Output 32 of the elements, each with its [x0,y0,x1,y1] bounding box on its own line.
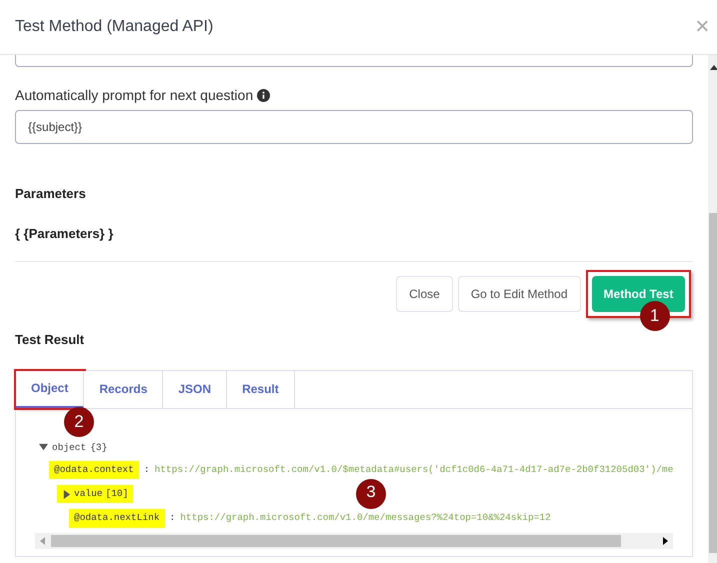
key-text: @odata.nextLink [74,511,160,526]
scrollbar-thumb[interactable] [709,213,717,553]
separator-text: : [144,462,150,477]
callout-number: 2 [64,406,94,436]
callout-number: 3 [356,478,386,508]
scrollbar-thumb[interactable] [51,534,621,546]
field-label: Automatically prompt for next question [15,86,254,105]
url-value: https://graph.microsoft.com/v1.0/me/messages?%24top=10&%24skip=12 [180,511,551,526]
callout-number: 1 [640,301,670,331]
dialog-button[interactable]: Go to Edit Method [458,276,581,312]
separator-text: : [170,511,176,526]
tab[interactable]: Object [16,370,84,408]
info-icon[interactable] [257,89,270,102]
section-heading: Test Result [15,331,86,349]
caret-right-icon[interactable] [62,490,71,499]
vertical-scrollbar[interactable] [708,55,717,563]
key-text: value [74,487,103,501]
scroll-up-icon[interactable] [709,63,717,73]
input-field[interactable] [15,55,694,67]
caret-down-icon[interactable] [39,443,48,452]
horizontal-scrollbar[interactable] [35,532,674,548]
count-text: {3} [90,440,108,454]
dialog-button[interactable]: Close [396,276,453,312]
count-text: [10] [106,487,128,501]
input-field[interactable]: {{subject}} [15,110,694,144]
window-title: Test Method (Managed API) [15,17,214,37]
section-heading: Parameters [15,185,87,203]
tree-node-label: object [52,440,86,454]
tab[interactable]: Records [84,370,164,408]
url-value: https://graph.microsoft.com/v1.0/$metadata#users('dcf1c0d6-4a71-4d17-ad7e-2b0f31205d03')/me [154,462,674,477]
key-text: @odata.context [54,462,134,477]
parameters-text: { {Parameters} } [15,224,114,243]
